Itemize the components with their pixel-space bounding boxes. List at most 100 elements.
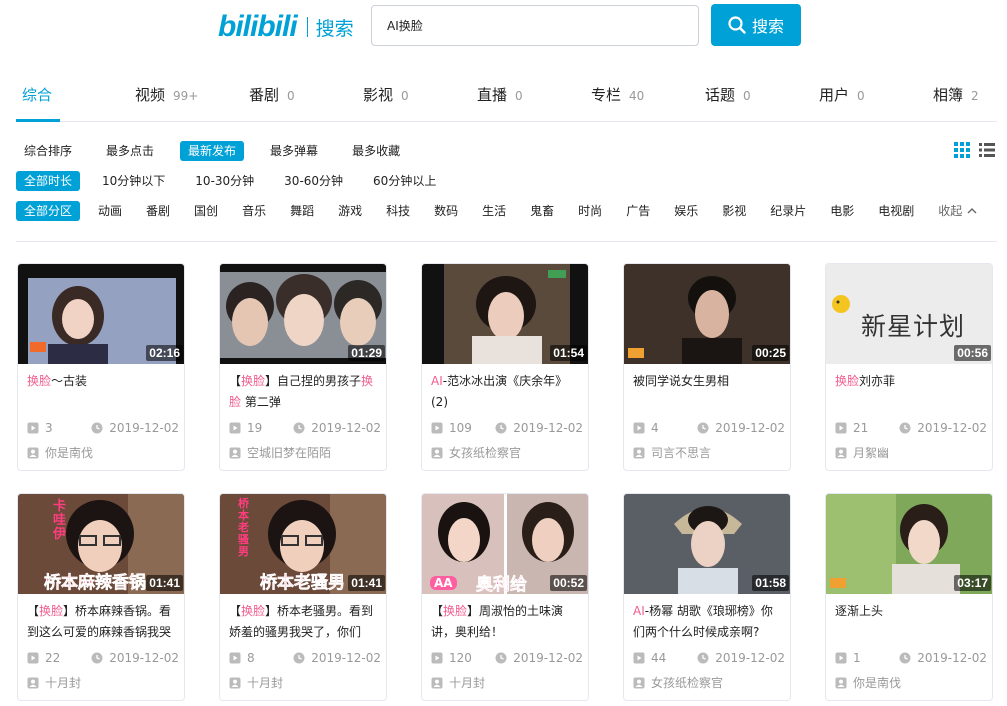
category-option-active[interactable]: 全部分区 <box>16 201 81 221</box>
video-thumbnail[interactable]: 02:16 <box>18 264 184 364</box>
title-highlight: 换脸 <box>27 374 52 388</box>
category-option[interactable]: 游戏 <box>330 201 370 221</box>
category-option[interactable]: 电影 <box>822 201 862 221</box>
category-option[interactable]: 科技 <box>378 201 418 221</box>
sort-option[interactable]: 最多弹幕 <box>262 141 326 161</box>
tab-album[interactable]: 相簿 2 <box>933 84 979 105</box>
video-card[interactable]: 01:54 AI-范冰冰出演《庆余年》(2) 109 2019-12-02 女孩… <box>421 263 589 471</box>
uploader-row[interactable]: 十月封 <box>27 674 179 691</box>
tab-live[interactable]: 直播 0 <box>477 84 523 105</box>
title-text: 第二弹 <box>241 395 281 409</box>
uploader-row[interactable]: 你是南伐 <box>835 674 987 691</box>
sort-option[interactable]: 综合排序 <box>16 141 80 161</box>
duration-option-active[interactable]: 全部时长 <box>16 171 81 191</box>
uploader-row[interactable]: 女孩纸检察官 <box>431 444 583 461</box>
uploader-row[interactable]: 女孩纸检察官 <box>633 674 785 691</box>
duration-option[interactable]: 10分钟以下 <box>94 171 173 191</box>
tab-all[interactable]: 综合 <box>22 84 52 105</box>
video-title[interactable]: 被同学说女生男相 <box>633 371 783 392</box>
title-text: -杨幂 胡歌《琅琊榜》你们两个什么时候成亲啊? <box>633 604 773 639</box>
tab-user[interactable]: 用户 0 <box>819 84 865 105</box>
video-card[interactable]: 卡哇伊 桥本麻辣香锅 01:41 【换脸】桥本麻辣香锅。看到这么可爱的麻辣香锅我… <box>17 493 185 701</box>
category-option[interactable]: 时尚 <box>570 201 610 221</box>
category-option[interactable]: 舞蹈 <box>282 201 322 221</box>
video-card[interactable]: AA 奥利给 00:52 【换脸】周淑怡的土味演讲，奥利给！ 120 2019-… <box>421 493 589 701</box>
tab-video[interactable]: 视频 99+ <box>135 84 198 105</box>
video-card[interactable]: 01:58 AI-杨幂 胡歌《琅琊榜》你们两个什么时候成亲啊? 44 2019-… <box>623 493 791 701</box>
category-option[interactable]: 娱乐 <box>666 201 706 221</box>
category-option[interactable]: 广告 <box>618 201 658 221</box>
video-thumbnail[interactable]: 03:17 <box>826 494 992 594</box>
upload-date: 2019-12-02 <box>109 421 179 435</box>
title-highlight: 换脸 <box>835 374 860 388</box>
uploader-name: 十月封 <box>449 676 486 690</box>
video-card[interactable]: 01:29 【换脸】自己捏的男孩子换脸 第二弹 19 2019-12-02 空城… <box>219 263 387 471</box>
uploader-row[interactable]: 你是南伐 <box>27 444 179 461</box>
user-icon <box>27 447 39 458</box>
video-title[interactable]: 换脸～古装 <box>27 371 177 392</box>
video-title[interactable]: 逐渐上头 <box>835 601 985 622</box>
tab-article[interactable]: 专栏 40 <box>591 84 644 105</box>
video-title[interactable]: 【换脸】周淑怡的土味演讲，奥利给！ <box>431 601 581 643</box>
video-title[interactable]: AI-杨幂 胡歌《琅琊榜》你们两个什么时候成亲啊? <box>633 601 783 643</box>
uploader-row[interactable]: 空城旧梦在陌陌 <box>229 444 381 461</box>
video-card[interactable]: 00:25 被同学说女生男相 4 2019-12-02 司言不思言 <box>623 263 791 471</box>
video-card[interactable]: 02:16 换脸～古装 3 2019-12-02 你是南伐 <box>17 263 185 471</box>
tab-bangumi[interactable]: 番剧 0 <box>249 84 295 105</box>
bilibili-logo[interactable]: bilibili 搜索 <box>218 10 354 44</box>
video-thumbnail[interactable]: 01:58 <box>624 494 790 594</box>
category-option[interactable]: 数码 <box>426 201 466 221</box>
tab-label: 用户 <box>819 86 850 104</box>
video-thumbnail[interactable]: 卡哇伊 桥本麻辣香锅 01:41 <box>18 494 184 594</box>
uploader-row[interactable]: 十月封 <box>431 674 583 691</box>
tab-topic[interactable]: 话题 0 <box>705 84 751 105</box>
category-option[interactable]: 电视剧 <box>870 201 922 221</box>
category-option[interactable]: 动画 <box>90 201 130 221</box>
video-title[interactable]: 【换脸】桥本老骚男。看到娇羞的骚男我哭了，你们 <box>229 601 379 643</box>
video-title[interactable]: 【换脸】桥本麻辣香锅。看到这么可爱的麻辣香锅我哭 <box>27 601 177 643</box>
video-thumbnail[interactable]: 新星计划 00:56 <box>826 264 992 364</box>
uploader-name: 女孩纸检察官 <box>449 446 522 460</box>
duration-option[interactable]: 60分钟以上 <box>365 171 444 191</box>
category-option[interactable]: 音乐 <box>234 201 274 221</box>
tab-movie[interactable]: 影视 0 <box>363 84 409 105</box>
video-thumbnail[interactable]: AA 奥利给 00:52 <box>422 494 588 594</box>
video-thumbnail[interactable]: 00:25 <box>624 264 790 364</box>
sort-option-active[interactable]: 最新发布 <box>180 141 245 161</box>
grid-view-icon[interactable] <box>954 142 970 158</box>
category-option[interactable]: 国创 <box>186 201 226 221</box>
video-title[interactable]: 换脸刘亦菲 <box>835 371 985 392</box>
video-duration: 01:41 <box>348 575 385 591</box>
duration-option[interactable]: 10-30分钟 <box>187 171 262 191</box>
duration-option[interactable]: 30-60分钟 <box>276 171 351 191</box>
video-card[interactable]: 新星计划 00:56 换脸刘亦菲 21 2019-12-02 月絮幽 <box>825 263 993 471</box>
collapse-toggle[interactable]: 收起 <box>930 201 978 221</box>
category-filter-row: 全部分区 动画 番剧 国创 音乐 舞蹈 游戏 科技 数码 生活 鬼畜 时尚 广告… <box>16 200 978 222</box>
video-title[interactable]: 【换脸】自己捏的男孩子换脸 第二弹 <box>229 371 379 413</box>
uploader-row[interactable]: 十月封 <box>229 674 381 691</box>
sort-option[interactable]: 最多收藏 <box>344 141 408 161</box>
video-title[interactable]: AI-范冰冰出演《庆余年》(2) <box>431 371 581 413</box>
uploader-row[interactable]: 司言不思言 <box>633 444 785 461</box>
sort-option[interactable]: 最多点击 <box>98 141 162 161</box>
video-card[interactable]: 03:17 逐渐上头 1 2019-12-02 你是南伐 <box>825 493 993 701</box>
search-button-label: 搜索 <box>751 17 784 36</box>
video-card[interactable]: 桥本老骚男 桥本老骚男 01:41 【换脸】桥本老骚男。看到娇羞的骚男我哭了，你… <box>219 493 387 701</box>
video-thumbnail[interactable]: 桥本老骚男 桥本老骚男 01:41 <box>220 494 386 594</box>
uploader-row[interactable]: 月絮幽 <box>835 444 987 461</box>
title-text: 【 <box>229 374 242 388</box>
category-option[interactable]: 影视 <box>714 201 754 221</box>
title-highlight: 换脸 <box>241 374 266 388</box>
thumbnail-caption: 桥本老骚男 <box>260 573 346 594</box>
category-option[interactable]: 纪录片 <box>762 201 814 221</box>
list-view-icon[interactable] <box>979 142 995 158</box>
search-input[interactable] <box>371 5 699 46</box>
category-option[interactable]: 番剧 <box>138 201 178 221</box>
category-option[interactable]: 生活 <box>474 201 514 221</box>
video-thumbnail[interactable]: 01:54 <box>422 264 588 364</box>
video-thumbnail[interactable]: 01:29 <box>220 264 386 364</box>
category-option[interactable]: 鬼畜 <box>522 201 562 221</box>
play-count: 44 <box>651 651 667 665</box>
search-button[interactable]: 搜索 <box>711 4 801 46</box>
play-count: 1 <box>853 651 861 665</box>
